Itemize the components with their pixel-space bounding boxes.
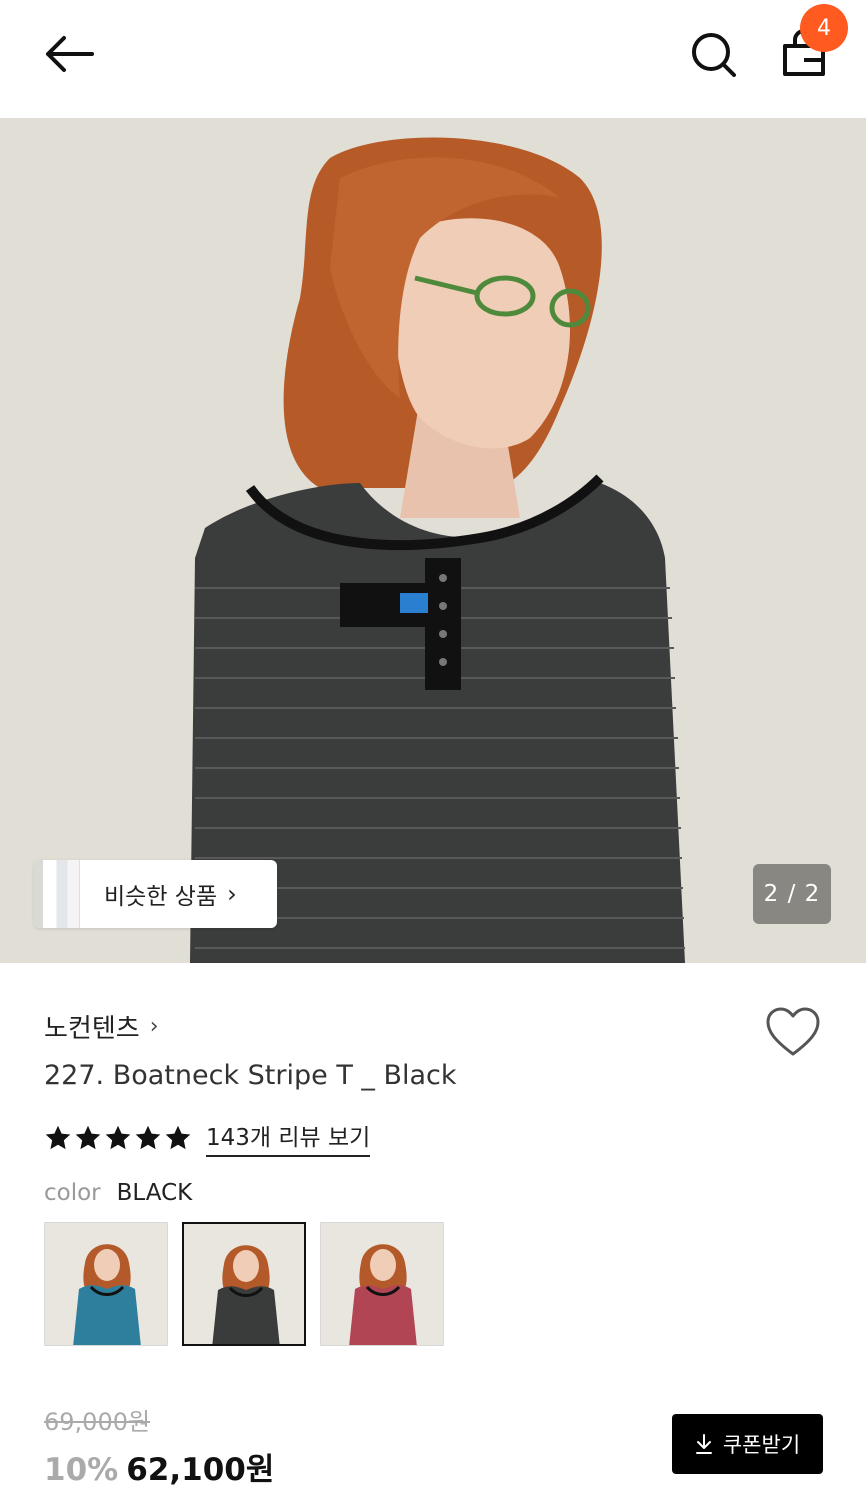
color-label: color (44, 1180, 101, 1206)
similar-products-label: 비슷한 상품 (104, 884, 218, 910)
color-swatch[interactable] (320, 1222, 444, 1346)
sale-price: 62,100원 (126, 1452, 275, 1488)
top-app-bar: 4 (0, 0, 866, 118)
swatch-thumbnail (45, 1223, 167, 1345)
swatch-thumbnail (184, 1224, 304, 1344)
wishlist-button[interactable] (764, 1006, 822, 1060)
chevron-right-icon: › (149, 1014, 159, 1039)
search-button[interactable] (686, 28, 740, 82)
original-price: 69,000원 (44, 1408, 151, 1436)
star-icon (45, 1125, 71, 1149)
star-icon (105, 1125, 131, 1149)
selected-color-value: BLACK (116, 1180, 193, 1206)
star-icon (75, 1125, 101, 1149)
image-page-indicator: 2 / 2 (753, 864, 831, 924)
star-icon (135, 1125, 161, 1149)
rating-stars (44, 1124, 192, 1152)
download-icon (695, 1434, 712, 1454)
rating-row: 143개 리뷰 보기 (44, 1118, 371, 1157)
back-button[interactable] (38, 30, 100, 78)
price-row: 10% 62,100원 (44, 1444, 274, 1489)
discount-rate: 10% (44, 1452, 119, 1488)
brand-name: 노컨텐츠 (44, 1014, 140, 1044)
swatch-thumbnail (321, 1223, 443, 1345)
color-selection-row: color BLACK (44, 1180, 192, 1206)
product-title: 227. Boatneck Stripe T _ Black (44, 1060, 457, 1091)
reviews-link[interactable]: 143개 리뷰 보기 (206, 1118, 371, 1157)
heart-icon (766, 1007, 820, 1056)
brand-link[interactable]: 노컨텐츠 › (44, 1008, 159, 1045)
color-swatch-list (44, 1222, 444, 1346)
chevron-right-icon: › (227, 880, 237, 908)
product-image-carousel[interactable]: 비슷한 상품 › 2 / 2 (0, 118, 866, 963)
search-icon (692, 33, 736, 77)
cart-count-badge: 4 (800, 4, 848, 52)
get-coupon-button[interactable]: 쿠폰받기 (672, 1414, 823, 1474)
arrow-left-icon (46, 36, 94, 72)
similar-product-thumbnail (34, 860, 80, 928)
color-swatch[interactable] (182, 1222, 306, 1346)
product-photo (0, 118, 866, 963)
similar-products-button[interactable]: 비슷한 상품 › (34, 860, 277, 928)
color-swatch[interactable] (44, 1222, 168, 1346)
coupon-label: 쿠폰받기 (722, 1433, 801, 1457)
star-icon (165, 1125, 191, 1149)
